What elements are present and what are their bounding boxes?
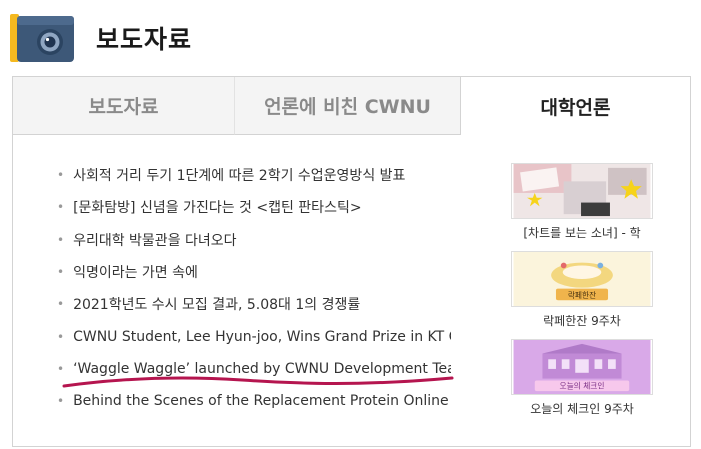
news-item[interactable]: • ‘Waggle Waggle’ launched by CWNU Develo… bbox=[57, 353, 451, 385]
bullet-icon: • bbox=[57, 265, 65, 280]
news-link[interactable]: CWNU Student, Lee Hyun-joo, Wins Grand P… bbox=[73, 329, 451, 345]
news-item[interactable]: • Behind the Scenes of the Replacement Pr… bbox=[57, 385, 451, 417]
camera-icon bbox=[10, 14, 74, 62]
news-item[interactable]: • [문화탐방] 신념을 가진다는 것 <캡틴 판타스틱> bbox=[57, 191, 451, 223]
bullet-icon: • bbox=[57, 394, 65, 409]
bullet-icon: • bbox=[57, 232, 65, 247]
thumbnail-image: 락페한잔 bbox=[511, 251, 653, 307]
news-item[interactable]: • 우리대학 박물관을 다녀오다 bbox=[57, 224, 451, 256]
news-item[interactable]: • 익명이라는 가면 속에 bbox=[57, 256, 451, 288]
news-link[interactable]: [문화탐방] 신념을 가진다는 것 <캡틴 판타스틱> bbox=[73, 197, 361, 217]
bullet-icon: • bbox=[57, 297, 65, 312]
tab-bar: 보도자료 언론에 비친 CWNU 대학언론 bbox=[13, 77, 690, 135]
thumbnail-image-text: 오늘의 체크인 bbox=[560, 381, 605, 391]
news-link[interactable]: 2021학년도 수시 모집 결과, 5.08대 1의 경쟁률 bbox=[73, 294, 360, 314]
news-item[interactable]: • CWNU Student, Lee Hyun-joo, Wins Grand … bbox=[57, 320, 451, 352]
thumbnail-caption[interactable]: [차트를 보는 소녀] - 학 bbox=[511, 224, 653, 241]
bullet-icon: • bbox=[57, 200, 65, 215]
bullet-icon: • bbox=[57, 329, 65, 344]
bullet-icon: • bbox=[57, 361, 65, 376]
thumbnail-caption[interactable]: 오늘의 체크인 9주차 bbox=[511, 400, 653, 417]
thumbnail-card[interactable]: 락페한잔 락페한잔 9주차 bbox=[511, 251, 653, 329]
page-header: 보도자료 bbox=[0, 0, 701, 76]
thumbnail-card[interactable]: [차트를 보는 소녀] - 학 bbox=[511, 163, 653, 241]
thumbnail-image: 오늘의 체크인 bbox=[511, 339, 653, 395]
thumbnail-card[interactable]: 오늘의 체크인 오늘의 체크인 9주차 bbox=[511, 339, 653, 417]
news-link[interactable]: 우리대학 박물관을 다녀오다 bbox=[73, 230, 236, 250]
thumbnail-image-text: 락페한잔 bbox=[568, 290, 596, 300]
news-panel: 보도자료 언론에 비친 CWNU 대학언론 • 사회적 거리 두기 1단계에 따른… bbox=[12, 76, 691, 447]
bullet-icon: • bbox=[57, 168, 65, 183]
news-link[interactable]: Behind the Scenes of the Replacement Pro… bbox=[73, 393, 451, 409]
thumbnail-caption[interactable]: 락페한잔 9주차 bbox=[511, 312, 653, 329]
tab-media-coverage[interactable]: 언론에 비친 CWNU bbox=[235, 77, 461, 135]
tab-campus-press[interactable]: 대학언론 bbox=[461, 77, 690, 135]
news-item[interactable]: • 2021학년도 수시 모집 결과, 5.08대 1의 경쟁률 bbox=[57, 288, 451, 320]
news-link[interactable]: 사회적 거리 두기 1단계에 따른 2학기 수업운영방식 발표 bbox=[73, 165, 405, 185]
news-list: • 사회적 거리 두기 1단계에 따른 2학기 수업운영방식 발표 • [문화탐방]… bbox=[57, 159, 451, 417]
news-item[interactable]: • 사회적 거리 두기 1단계에 따른 2학기 수업운영방식 발표 bbox=[57, 159, 451, 191]
page-title: 보도자료 bbox=[96, 25, 193, 54]
news-link[interactable]: 익명이라는 가면 속에 bbox=[73, 262, 198, 282]
thumbnail-image bbox=[511, 163, 653, 219]
news-link[interactable]: ‘Waggle Waggle’ launched by CWNU Develop… bbox=[73, 361, 451, 377]
tab-press-release[interactable]: 보도자료 bbox=[13, 77, 235, 135]
